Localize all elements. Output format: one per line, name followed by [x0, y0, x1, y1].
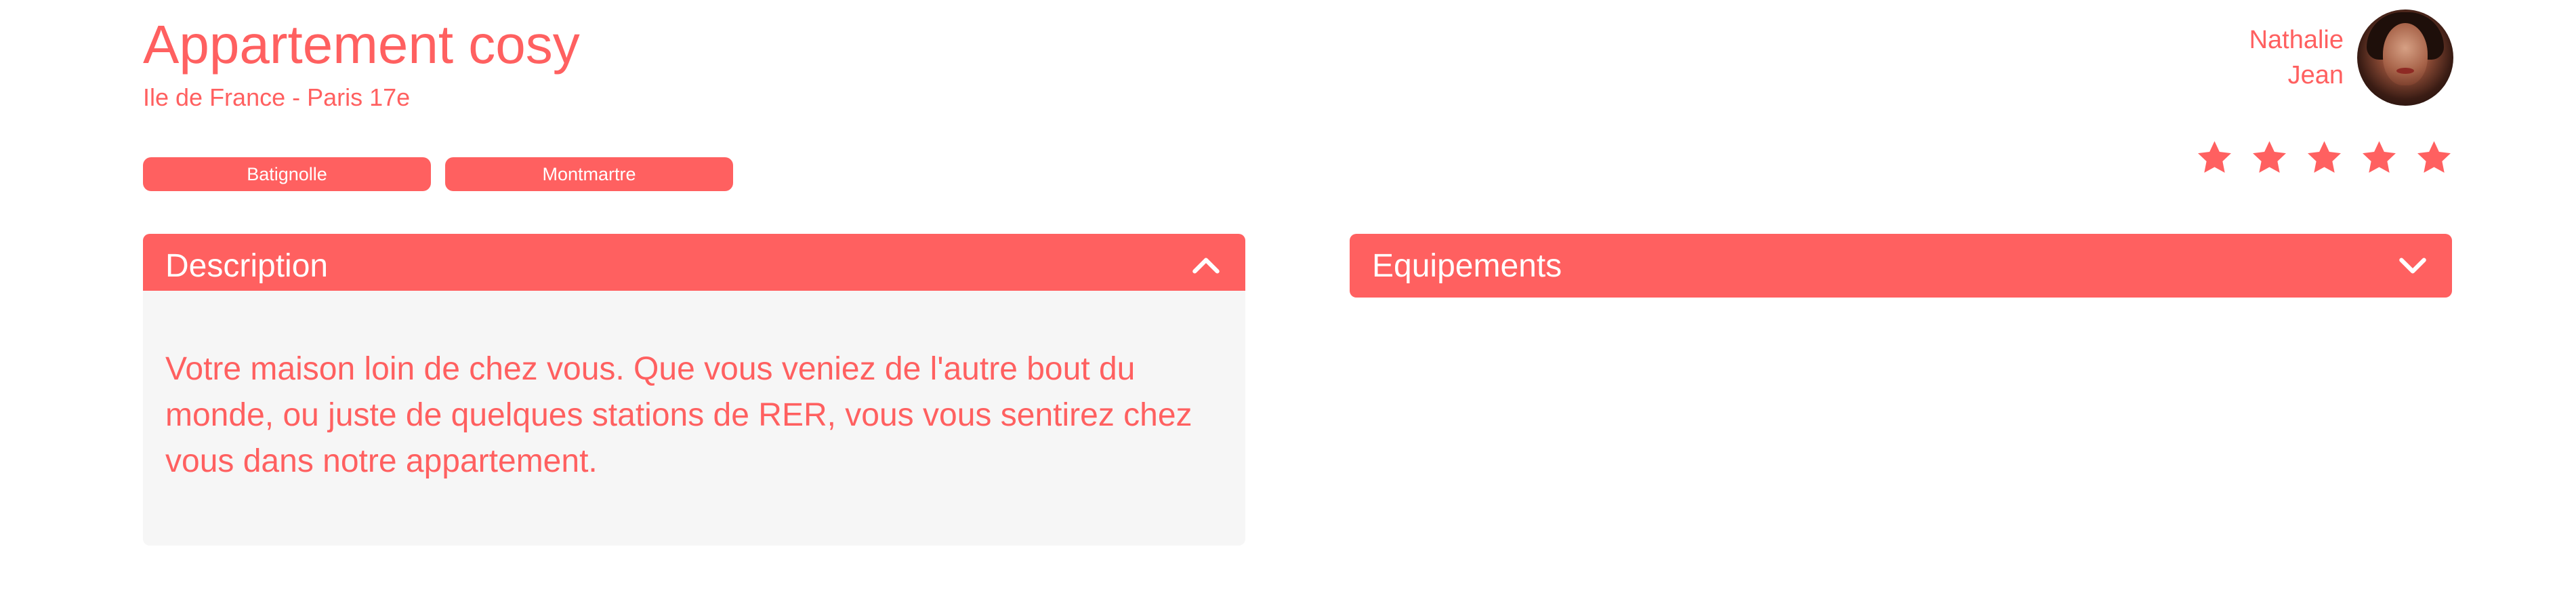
description-collapse: Description Votre maison loin de chez vo…: [143, 234, 1245, 546]
description-collapse-label: Description: [165, 247, 329, 284]
chevron-down-icon[interactable]: [2396, 249, 2430, 283]
description-collapse-body: Votre maison loin de chez vous. Que vous…: [143, 291, 1245, 546]
tag: Montmartre: [445, 157, 733, 191]
host-first-name: Nathalie: [2249, 26, 2344, 54]
equipements-collapse-header[interactable]: Equipements: [1350, 234, 2452, 298]
rating: [2195, 138, 2453, 177]
host-avatar: [2357, 9, 2453, 106]
chevron-up-icon[interactable]: [1189, 249, 1223, 283]
listing-title: Appartement cosy: [143, 14, 580, 75]
listing-page: Appartement cosy Ile de France - Paris 1…: [0, 0, 2576, 591]
tag-list: Batignolle Montmartre: [143, 157, 733, 191]
star-icon: [2308, 141, 2341, 173]
star-icon: [2417, 141, 2451, 173]
star-icon: [2253, 141, 2286, 173]
description-text: Votre maison loin de chez vous. Que vous…: [165, 351, 1192, 479]
description-collapse-header[interactable]: Description: [143, 234, 1245, 298]
equipements-collapse: Equipements: [1350, 234, 2452, 298]
equipements-collapse-label: Equipements: [1372, 247, 1562, 284]
listing-location: Ile de France - Paris 17e: [143, 83, 411, 111]
host-name: Nathalie Jean: [2249, 22, 2344, 93]
host-last-name: Jean: [2287, 61, 2344, 89]
tag: Batignolle: [143, 157, 431, 191]
host: Nathalie Jean: [2249, 9, 2453, 106]
star-icon: [2363, 141, 2396, 173]
star-icon: [2198, 141, 2231, 173]
